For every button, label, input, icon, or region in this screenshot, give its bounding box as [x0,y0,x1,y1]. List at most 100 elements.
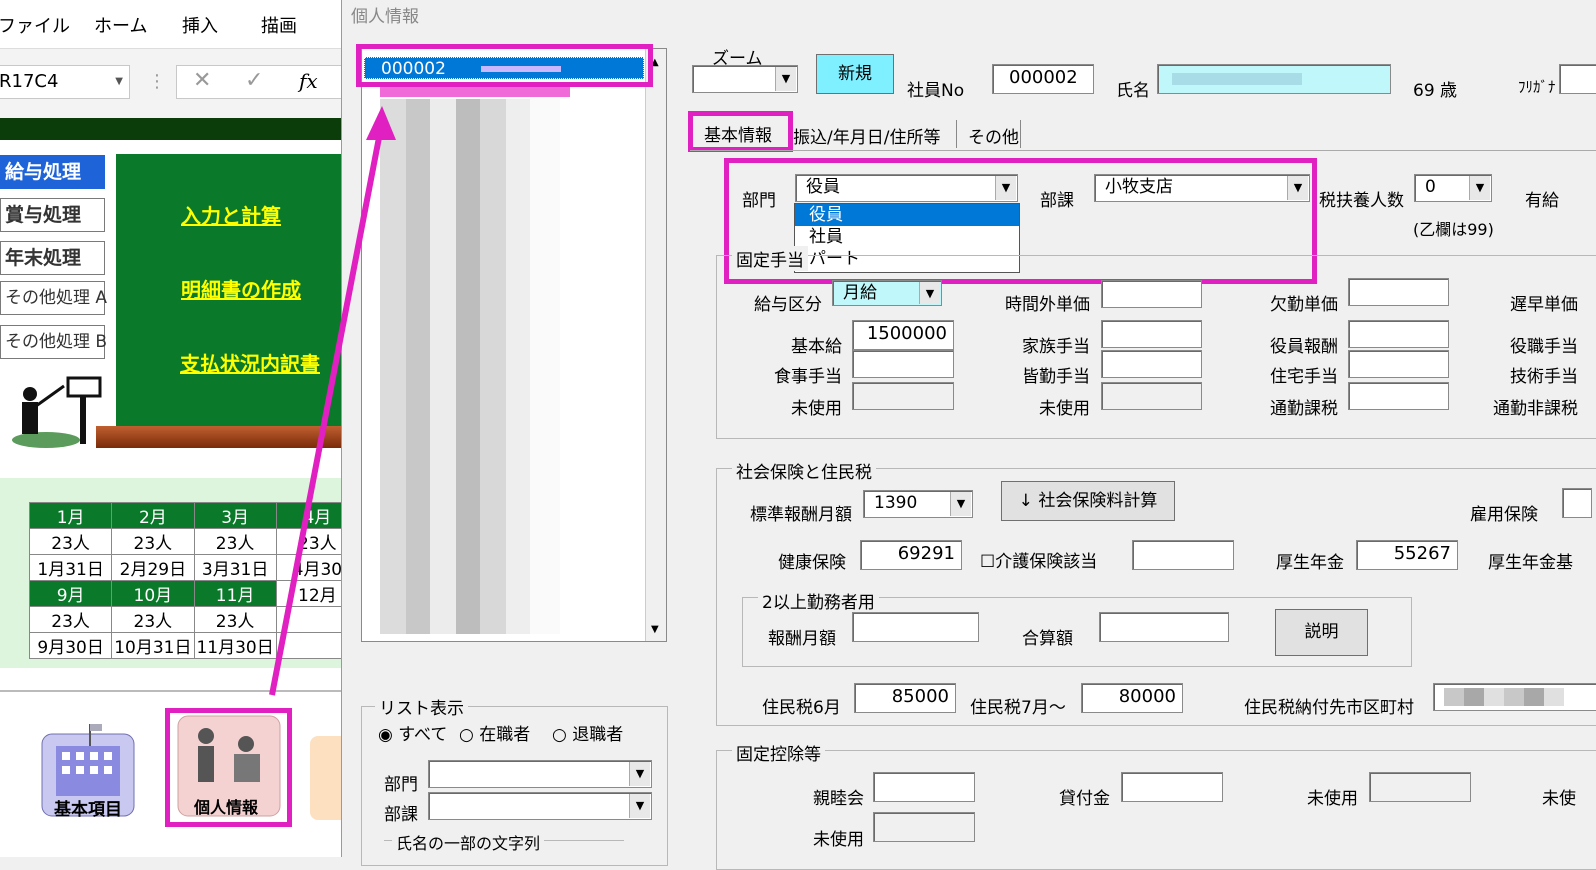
age-unit: 歳 [1440,81,1458,101]
commute-tax-field[interactable] [1348,382,1449,410]
list-scrollbar[interactable]: ▲ ▼ [645,49,666,641]
base-label: 基本給 [791,337,842,357]
link-statement[interactable]: 明細書の作成 [181,274,301,303]
health-field[interactable]: 69291 [860,540,962,570]
dependents-select[interactable]: 0 ▼ [1414,174,1492,202]
employment-ins-label: 雇用保険 [1470,505,1538,525]
pension-field[interactable]: 55267 [1356,540,1458,570]
care-label: 介護保険該当 [995,552,1098,572]
emp-no-label: 社員No [907,81,965,101]
cell-ref: R17C4 [0,71,59,92]
radio-all-label: すべて [398,725,448,745]
chevron-down-icon[interactable]: ▼ [1469,176,1490,200]
care-field[interactable] [1132,540,1234,570]
bonus-button[interactable]: 賞与処理 [0,198,105,232]
chevron-down-icon[interactable]: ▼ [950,492,971,516]
menu-file[interactable]: ファイル [0,12,70,38]
loan-label: 貸付金 [1059,789,1110,809]
std-monthly-select[interactable]: 1390 ▼ [863,490,973,518]
menu-home[interactable]: ホーム [94,12,147,38]
employee-list[interactable]: 000002 ▲ ▼ [361,48,667,642]
dependents-note: (乙欄は99) [1413,220,1494,239]
pay-type-label: 給与区分 [754,295,822,315]
fixed-allowance-title: 固定手当 [732,246,808,271]
pay-type-select[interactable]: 月給 ▼ [832,280,942,306]
yearend-button[interactable]: 年末処理 [0,241,105,275]
total-label: 合算額 [1022,629,1073,649]
attend-field[interactable] [1101,350,1202,378]
tab-transfer[interactable]: 振込/年月日/住所等 [793,123,940,148]
fx-icon[interactable]: fx [299,69,318,93]
radio-checked-icon: ◉ [378,725,393,745]
exec-pay-field[interactable] [1348,320,1449,348]
calc-insurance-button[interactable]: ↓ 社会保険料計算 [1001,481,1175,521]
name-field[interactable] [1157,64,1391,94]
housing-field[interactable] [1348,350,1449,378]
care-checkbox[interactable]: ☐介護保険該当 [980,547,1097,572]
highlight-list-item [356,44,653,87]
multi-employer-title: 2以上勤務者用 [758,588,879,613]
chevron-down-icon[interactable]: ▼ [115,66,123,98]
total-field[interactable] [1099,612,1229,642]
meal-field[interactable] [852,350,954,378]
chevron-down-icon[interactable]: ▼ [629,794,650,818]
base-field[interactable]: 1500000 [852,320,954,350]
emp-no-field[interactable]: 000002 [992,64,1094,94]
zoom-select[interactable]: ▼ [692,65,798,93]
redacted-name [1172,73,1302,85]
radio-retired[interactable]: ○ 退職者 [552,720,623,745]
cal-date: 4月30 [275,554,346,581]
furigana-field[interactable] [1559,64,1596,94]
other-b-button[interactable]: その他処理 B [0,325,107,359]
scroll-down-icon[interactable]: ▼ [651,624,659,635]
chevron-down-icon[interactable]: ▼ [775,67,796,91]
tab-other[interactable]: その他 [968,123,1019,148]
dialog-title: 個人情報 [351,7,419,27]
radio-active[interactable]: ○ 在職者 [459,720,530,745]
tab-divider [956,120,957,148]
cal-people: 23人 [28,528,113,555]
basic-items-button[interactable]: 基本項目 [38,722,138,822]
cal-month: 3月 [193,502,277,529]
menu-insert[interactable]: 挿入 [182,12,218,38]
cal-month: 12月 [275,580,346,607]
cal-people: 23人 [193,528,277,555]
social-club-field[interactable] [873,772,975,802]
explain-button[interactable]: 説明 [1275,609,1368,656]
menu-draw[interactable]: 描画 [261,12,297,38]
overtime-field[interactable] [1101,280,1202,308]
fixed-deductions-title: 固定控除等 [732,740,825,765]
radio-retired-label: 退職者 [572,725,624,745]
chevron-down-icon[interactable]: ▼ [919,282,940,304]
pension-label: 厚生年金 [1276,553,1344,573]
res-city-field[interactable] [1433,683,1596,711]
filter-dept-select[interactable]: ▼ [428,760,652,788]
absence-field[interactable] [1348,278,1449,306]
res-tax7-field[interactable]: 80000 [1081,683,1183,713]
check-icon[interactable]: ✓ [245,68,263,93]
other-a-button[interactable]: その他処理 A [0,281,107,315]
cancel-icon[interactable]: ✕ [193,68,211,93]
res-tax7-label: 住民税7月～ [970,698,1066,718]
employment-ins-field[interactable] [1562,488,1592,518]
family-field[interactable] [1101,320,1202,348]
social-club-label: 親睦会 [813,789,864,809]
cal-date: 10月31日 [111,632,195,659]
filter-section-select[interactable]: ▼ [428,792,652,820]
link-input-calc[interactable]: 入力と計算 [181,200,281,229]
name-box[interactable]: R17C4 ▼ [0,65,130,99]
highlight-basic-tab [688,111,793,152]
std-monthly-value: 1390 [874,493,918,513]
unused1-label: 未使用 [791,399,842,419]
chevron-down-icon[interactable]: ▼ [629,762,650,786]
rem-month-field[interactable] [852,612,979,642]
payroll-button[interactable]: 給与処理 [0,155,105,189]
new-button[interactable]: 新規 [816,54,894,94]
loan-field[interactable] [1121,772,1223,802]
radio-all[interactable]: ◉ すべて [378,720,447,745]
unused1-field [852,382,954,410]
res-tax6-field[interactable]: 85000 [854,683,956,713]
link-payment-detail[interactable]: 支払状況内訳書 [180,348,320,377]
cal-people: 23人 [193,606,277,633]
cal-date: 2月29日 [111,554,195,581]
